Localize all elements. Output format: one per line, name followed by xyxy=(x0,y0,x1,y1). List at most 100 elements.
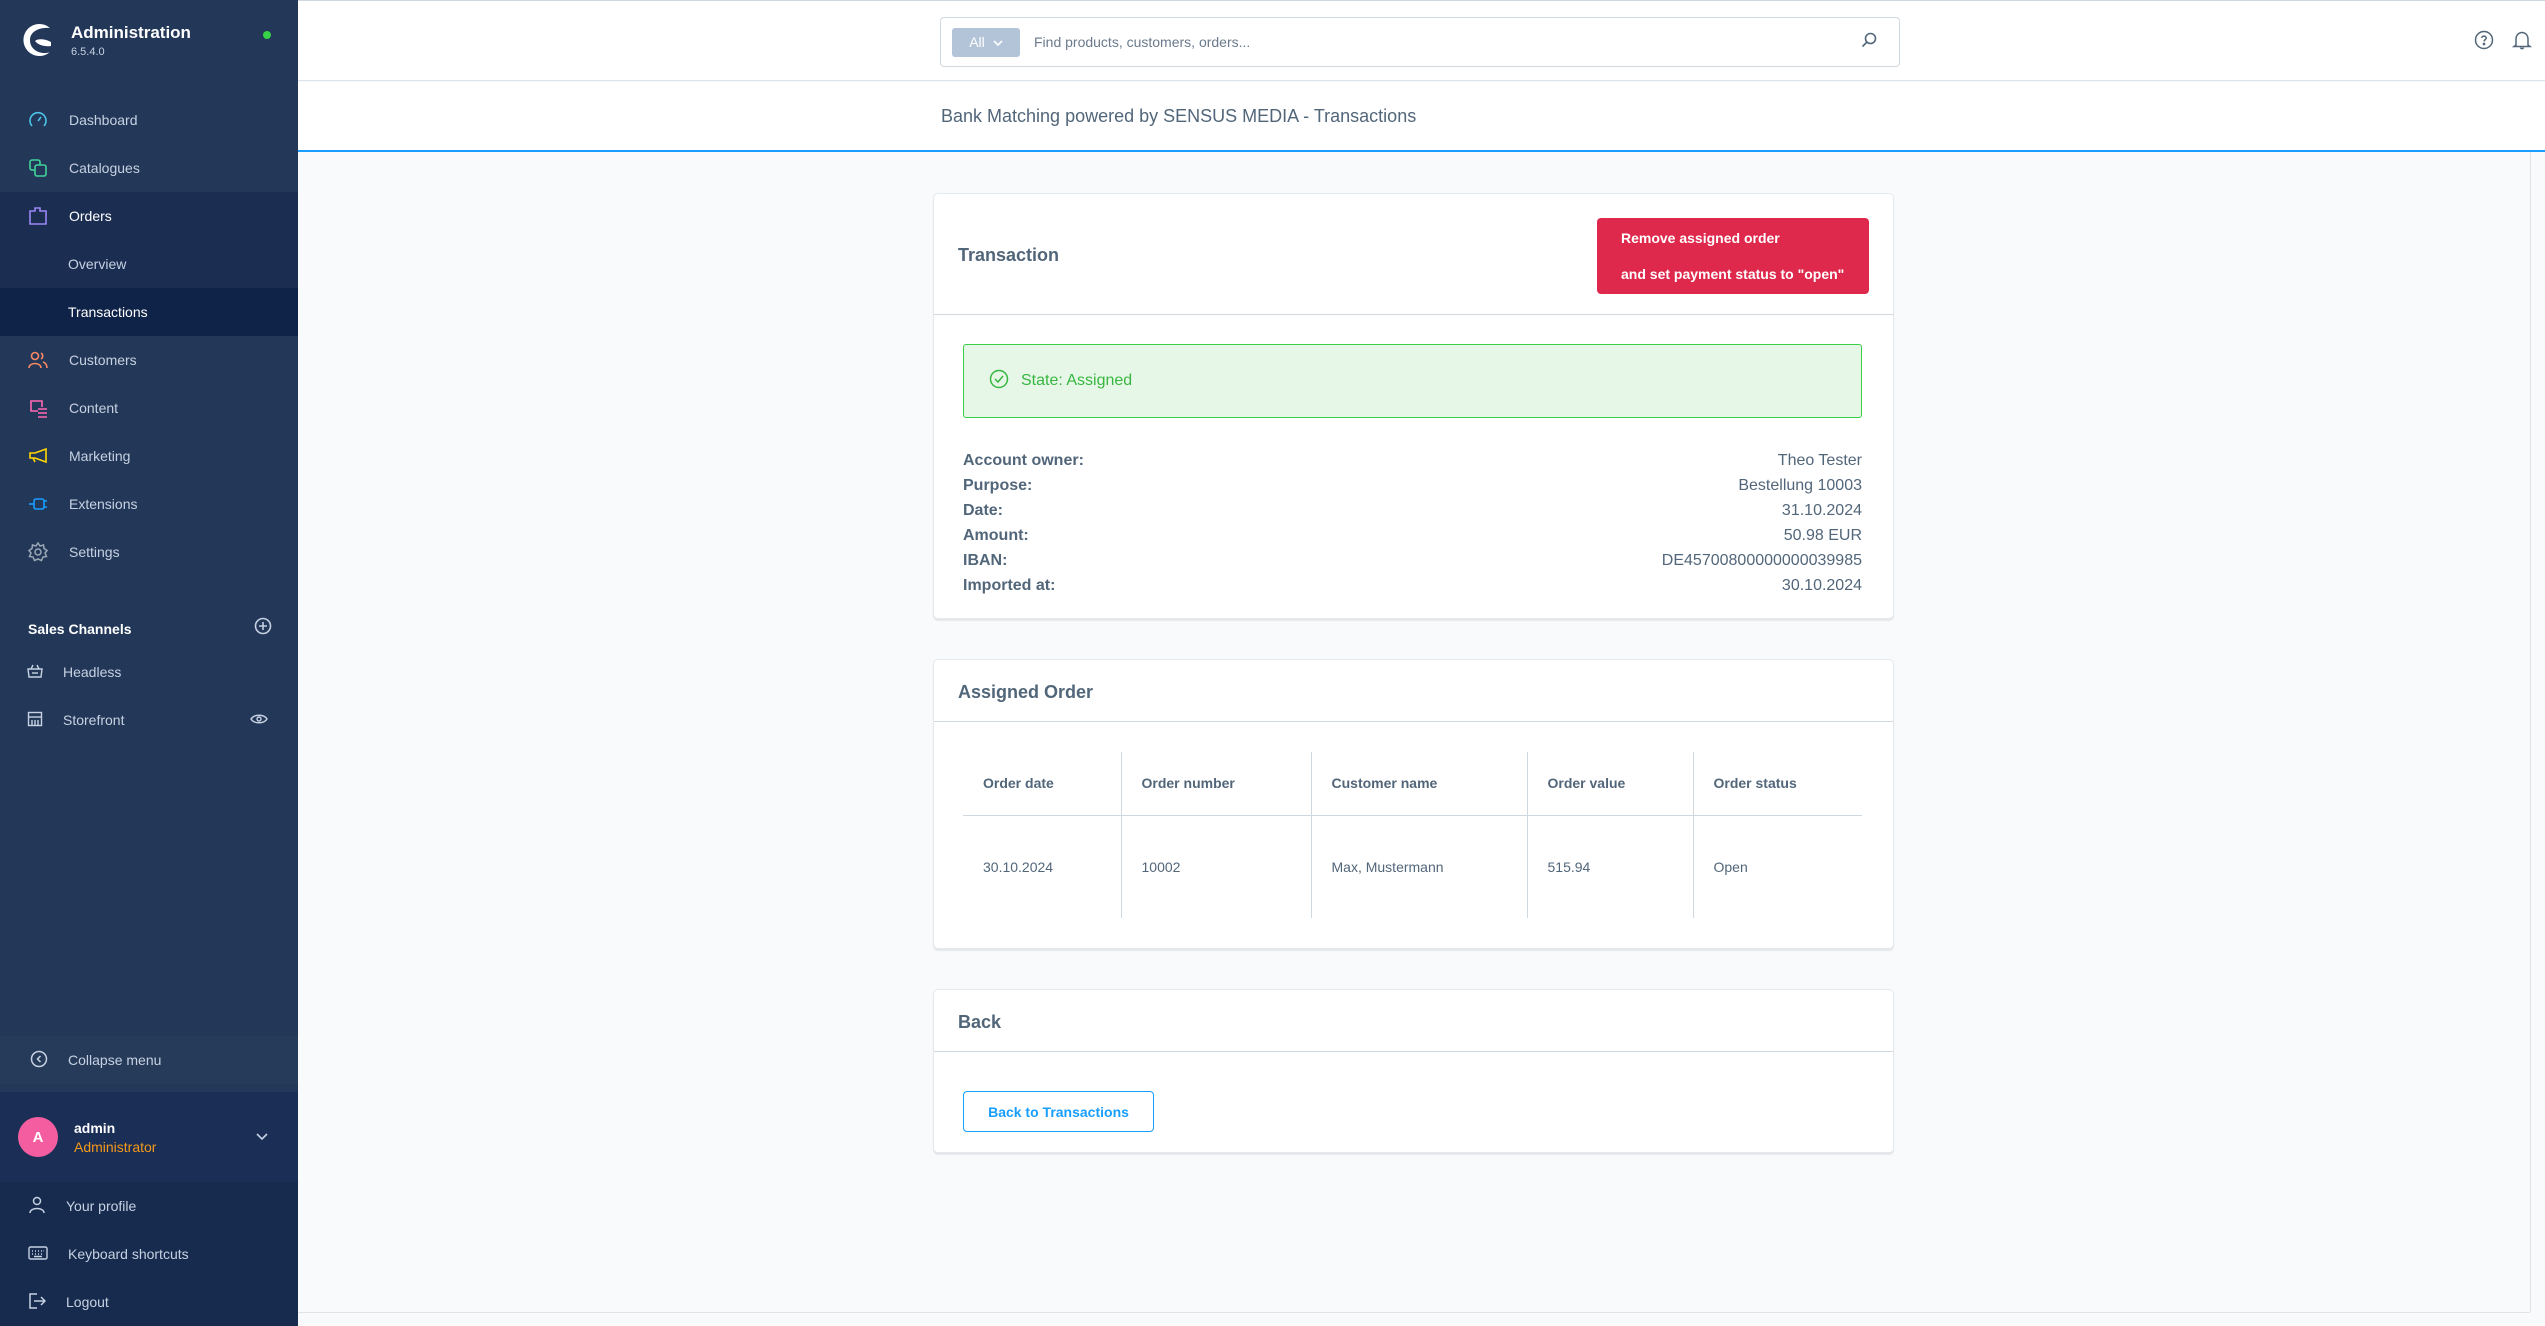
chevron-left-circle-icon xyxy=(30,1050,48,1071)
top-bar-actions xyxy=(2473,29,2533,51)
sales-channels-list: Headless Storefront xyxy=(0,648,298,744)
top-bar: All xyxy=(298,0,2545,81)
detail-label: Date: xyxy=(963,501,1004,519)
sales-channel-headless[interactable]: Headless xyxy=(0,648,298,696)
detail-value: 31.10.2024 xyxy=(1781,501,1862,519)
remove-assigned-order-button[interactable]: Remove assigned order and set payment st… xyxy=(1597,218,1869,294)
detail-value: Bestellung 10003 xyxy=(1738,476,1862,494)
detail-label: Purpose: xyxy=(963,476,1033,494)
scrollbar[interactable] xyxy=(2530,152,2531,1312)
detail-row: Imported at: 30.10.2024 xyxy=(963,573,1862,598)
column-header-customer-name: Customer name xyxy=(1311,752,1528,816)
page-header: Bank Matching powered by SENSUS MEDIA - … xyxy=(298,82,2545,152)
storefront-icon xyxy=(27,711,43,730)
collapse-menu-label: Collapse menu xyxy=(68,1052,162,1068)
nav-item-content[interactable]: Content xyxy=(0,384,298,432)
user-menu: Your profile Keyboard shortcuts Logout xyxy=(0,1182,298,1326)
nav-item-extensions[interactable]: Extensions xyxy=(0,480,298,528)
check-circle-icon xyxy=(989,369,1009,394)
table-header-row: Order date Order number Customer name Or… xyxy=(963,752,1862,816)
detail-value: Theo Tester xyxy=(1777,451,1862,469)
column-header-order-status: Order status xyxy=(1693,752,1862,816)
search-icon xyxy=(1861,32,1877,53)
user-role: Administrator xyxy=(74,1138,157,1155)
main-nav: Dashboard Catalogues Orders Overview Tra… xyxy=(0,96,298,576)
sales-channel-label: Storefront xyxy=(63,712,125,728)
content-bottom-border xyxy=(298,1312,2530,1313)
detail-row: Amount: 50.98 EUR xyxy=(963,523,1862,548)
cell-order-date: 30.10.2024 xyxy=(963,815,1122,918)
notifications-bell-icon[interactable] xyxy=(2511,29,2533,51)
assigned-order-card-title: Assigned Order xyxy=(958,682,1094,702)
detail-value: DE45700800000000039985 xyxy=(1661,551,1862,569)
help-icon[interactable] xyxy=(2473,29,2495,51)
orders-icon xyxy=(27,205,49,227)
remove-button-line1: Remove assigned order xyxy=(1621,230,1780,246)
column-header-order-value: Order value xyxy=(1527,752,1694,816)
detail-label: Imported at: xyxy=(963,576,1056,594)
nav-sub-label: Overview xyxy=(68,256,127,272)
shopware-logo-icon xyxy=(23,23,51,56)
nav-item-catalogues[interactable]: Catalogues xyxy=(0,144,298,192)
chevron-down-icon xyxy=(993,34,1003,50)
state-alert: State: Assigned xyxy=(963,344,1862,418)
assigned-order-card: Assigned Order Order date Order number C… xyxy=(933,659,1894,949)
nav-label: Customers xyxy=(69,352,137,368)
back-card: Back Back to Transactions xyxy=(933,989,1894,1153)
basket-icon xyxy=(27,663,43,682)
nav-sub-label: Transactions xyxy=(68,304,148,320)
user-account[interactable]: A admin Administrator xyxy=(0,1092,298,1182)
transaction-card-title: Transaction xyxy=(958,245,1060,265)
user-name: admin xyxy=(74,1119,116,1136)
nav-item-dashboard[interactable]: Dashboard xyxy=(0,96,298,144)
detail-row: Purpose: Bestellung 10003 xyxy=(963,473,1862,498)
back-to-transactions-button[interactable]: Back to Transactions xyxy=(963,1091,1154,1132)
cell-order-value: 515.94 xyxy=(1527,815,1694,918)
transaction-card-header: Transaction Remove assigned order and se… xyxy=(934,194,1893,315)
user-menu-label: Keyboard shortcuts xyxy=(68,1246,189,1262)
nav-item-marketing[interactable]: Marketing xyxy=(0,432,298,480)
sales-channel-label: Headless xyxy=(63,664,122,680)
eye-icon[interactable] xyxy=(250,712,268,728)
transaction-card: Transaction Remove assigned order and se… xyxy=(933,193,1894,619)
search-type-select[interactable]: All xyxy=(952,27,1020,57)
search-input[interactable] xyxy=(1034,34,1849,50)
nav-sub-transactions[interactable]: Transactions xyxy=(0,288,298,336)
catalogues-icon xyxy=(27,157,49,179)
back-card-title: Back xyxy=(958,1012,1002,1032)
brand[interactable]: Administration 6.5.4.0 xyxy=(20,22,191,58)
nav-item-settings[interactable]: Settings xyxy=(0,528,298,576)
chevron-down-icon[interactable] xyxy=(256,1128,268,1146)
user-menu-keyboard-shortcuts[interactable]: Keyboard shortcuts xyxy=(0,1230,298,1278)
nav-item-orders[interactable]: Orders xyxy=(0,192,298,240)
add-sales-channel-icon[interactable] xyxy=(254,617,272,640)
detail-label: Account owner: xyxy=(963,451,1084,469)
user-menu-logout[interactable]: Logout xyxy=(0,1278,298,1326)
detail-label: Amount: xyxy=(963,526,1029,544)
nav-sub-overview[interactable]: Overview xyxy=(0,240,298,288)
settings-icon xyxy=(27,541,49,563)
remove-button-line2: and set payment status to "open" xyxy=(1621,266,1845,282)
detail-row: Account owner: Theo Tester xyxy=(963,448,1862,473)
profile-icon xyxy=(28,1196,46,1217)
app-version: 6.5.4.0 xyxy=(71,45,105,58)
user-menu-profile[interactable]: Your profile xyxy=(0,1182,298,1230)
content-icon xyxy=(27,397,49,419)
detail-label: IBAN: xyxy=(963,551,1008,569)
nav-label: Orders xyxy=(69,208,112,224)
status-indicator xyxy=(263,31,271,39)
dashboard-icon xyxy=(27,109,49,131)
page-title: Bank Matching powered by SENSUS MEDIA - … xyxy=(941,106,1417,126)
nav-item-customers[interactable]: Customers xyxy=(0,336,298,384)
user-menu-label: Logout xyxy=(66,1294,109,1310)
nav-label: Catalogues xyxy=(69,160,140,176)
sales-channel-storefront[interactable]: Storefront xyxy=(0,696,298,744)
detail-row: IBAN: DE45700800000000039985 xyxy=(963,548,1862,573)
customers-icon xyxy=(27,349,49,371)
collapse-menu-button[interactable]: Collapse menu xyxy=(0,1036,298,1084)
assigned-order-table: Order date Order number Customer name Or… xyxy=(963,752,1862,918)
search-button[interactable] xyxy=(1849,22,1889,62)
nav-label: Marketing xyxy=(69,448,131,464)
cell-customer-name: Max, Mustermann xyxy=(1311,815,1528,918)
nav-label: Extensions xyxy=(69,496,138,512)
